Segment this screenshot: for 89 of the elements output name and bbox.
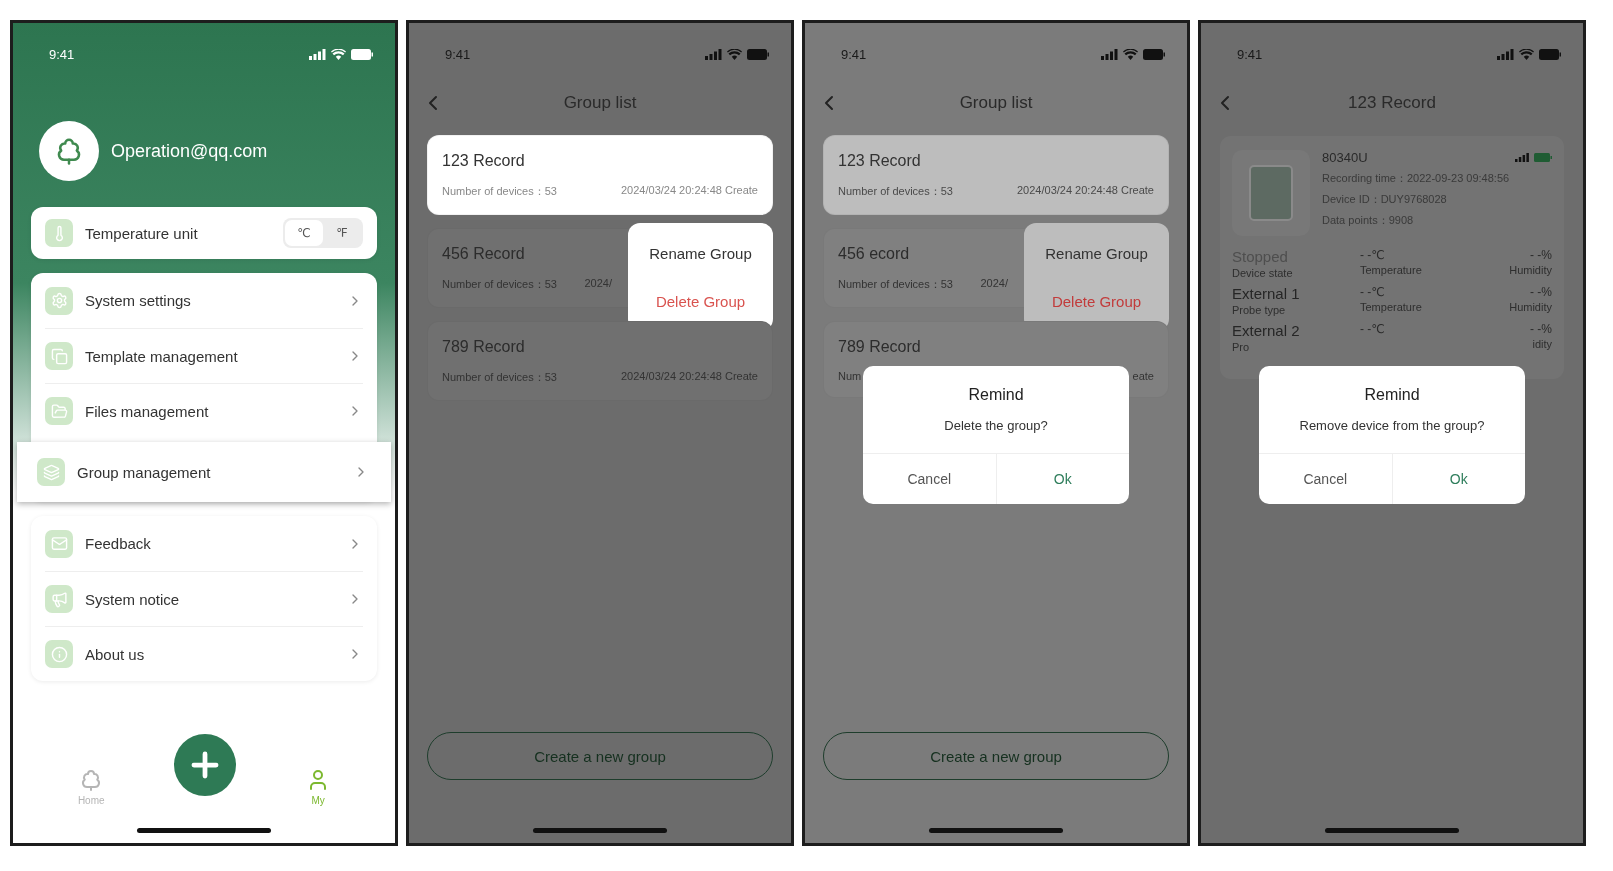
created-time: 2024/ — [980, 277, 1008, 291]
battery-icon — [351, 48, 373, 60]
device-count: Num — [838, 370, 862, 382]
signal-icon — [309, 48, 326, 60]
photo-placeholder — [1249, 165, 1293, 221]
device-count: Number of devices：53 — [838, 184, 953, 199]
signal-icon — [1101, 48, 1118, 60]
status-time: 9:41 — [1237, 46, 1263, 62]
mail-icon — [45, 529, 73, 558]
screen-title: Group list — [958, 93, 1034, 113]
created-time: 2024/03/24 20:24:48 Create — [621, 184, 758, 198]
menu-item[interactable]: Template management — [45, 328, 363, 383]
screen-title: 123 Record — [1347, 93, 1437, 113]
device-count: Number of devices：53 — [442, 277, 557, 292]
group-name: 789 Record — [838, 338, 922, 356]
stat-label: idity — [1532, 338, 1552, 350]
group-card[interactable]: 123 Record Number of devices：53 2024/03/24 20:24:48 Create — [427, 135, 773, 215]
created-time: 2024/ — [584, 277, 612, 291]
stat-value: External 1 — [1232, 285, 1300, 302]
stat-value: - -% — [1530, 322, 1552, 336]
status-time: 9:41 — [49, 46, 75, 62]
device-model: 80340U — [1322, 150, 1368, 165]
avatar-logo — [39, 121, 99, 181]
dialog-message: Remove device from the group? — [1299, 418, 1485, 433]
folder-icon — [45, 397, 73, 425]
unit-option[interactable]: ℃ — [285, 220, 323, 246]
dialog-message: Delete the group? — [944, 418, 1048, 433]
menu-item[interactable]: Files management — [45, 383, 363, 438]
stat-label: Temperature — [1360, 264, 1422, 276]
group-name: 123 Record — [442, 152, 526, 170]
dialog-button[interactable]: Cancel — [863, 454, 996, 504]
signal-icon — [1515, 153, 1529, 162]
created-time: 2024/03/24 20:24:48 Create — [1017, 184, 1154, 198]
stat-label: Temperature — [1360, 301, 1422, 313]
group-card[interactable]: 123 Record Number of devices：53 2024/03/24 20:24:48 Create — [823, 135, 1169, 215]
wifi-icon — [1123, 48, 1138, 60]
stat-label: Probe type — [1232, 304, 1286, 316]
thermometer-icon — [45, 219, 73, 247]
screen-title: Group list — [562, 93, 638, 113]
unit-option[interactable]: ℉ — [323, 220, 361, 246]
group-name: 789 Record — [442, 338, 526, 356]
device-count: Number of devices：53 — [838, 277, 953, 292]
menu-item[interactable]: System notice — [45, 571, 363, 626]
wifi-icon — [727, 48, 742, 60]
created-time: 2024/03/24 20:24:48 Create — [621, 370, 758, 384]
dialog-button[interactable]: Cancel — [1259, 454, 1392, 504]
stat-label: Pro — [1232, 341, 1250, 353]
stat-value: - -℃ — [1360, 285, 1385, 299]
temperature-unit-label: Temperature unit — [85, 224, 199, 242]
dialog-title: Remind — [1364, 386, 1420, 404]
account-email: Operation@qq.com — [111, 140, 268, 162]
group-name: 456 Record — [442, 245, 526, 263]
layers-icon — [37, 458, 65, 486]
dialog-button[interactable]: Ok — [1391, 454, 1525, 504]
stat-value: External 2 — [1232, 322, 1300, 339]
device-count: Number of devices：53 — [442, 370, 557, 385]
settings-icon — [45, 286, 73, 315]
stat-value: - -% — [1530, 285, 1552, 299]
group-name: 456 ecord — [838, 245, 911, 263]
battery-icon — [747, 48, 769, 60]
status-time: 9:41 — [841, 46, 867, 62]
stat-label: Humidity — [1509, 264, 1552, 276]
dialog-button[interactable]: Ok — [995, 454, 1129, 504]
signal-icon — [1497, 48, 1514, 60]
stat-value: - -℃ — [1360, 322, 1385, 336]
stat-label: Humidity — [1509, 301, 1552, 313]
stat-value: - -% — [1530, 248, 1552, 262]
menu-option[interactable]: Rename Group — [1045, 240, 1148, 266]
battery-icon — [1539, 48, 1561, 60]
menu-item[interactable]: About us — [45, 626, 363, 681]
stat-label: Device state — [1232, 267, 1293, 279]
device-count: Number of devices：53 — [442, 184, 557, 199]
battery-icon — [1143, 48, 1165, 60]
menu-item[interactable]: System settings — [45, 273, 363, 328]
menu-item[interactable]: Group management — [17, 442, 391, 502]
stat-value: - -℃ — [1360, 248, 1385, 262]
wifi-icon — [1519, 48, 1534, 60]
copy-icon — [45, 342, 73, 370]
battery-icon — [1534, 153, 1552, 162]
signal-icon — [705, 48, 722, 60]
menu-option[interactable]: Rename Group — [649, 240, 752, 266]
created-time: eate — [1132, 370, 1154, 382]
device-info: Recording time：2022-09-23 09:48:56 — [1322, 171, 1511, 186]
group-name: 123 Record — [838, 152, 922, 170]
menu-item[interactable]: Feedback — [45, 516, 363, 571]
wifi-icon — [331, 48, 346, 60]
megaphone-icon — [45, 585, 73, 613]
info-icon — [45, 640, 73, 668]
status-time: 9:41 — [445, 46, 471, 62]
